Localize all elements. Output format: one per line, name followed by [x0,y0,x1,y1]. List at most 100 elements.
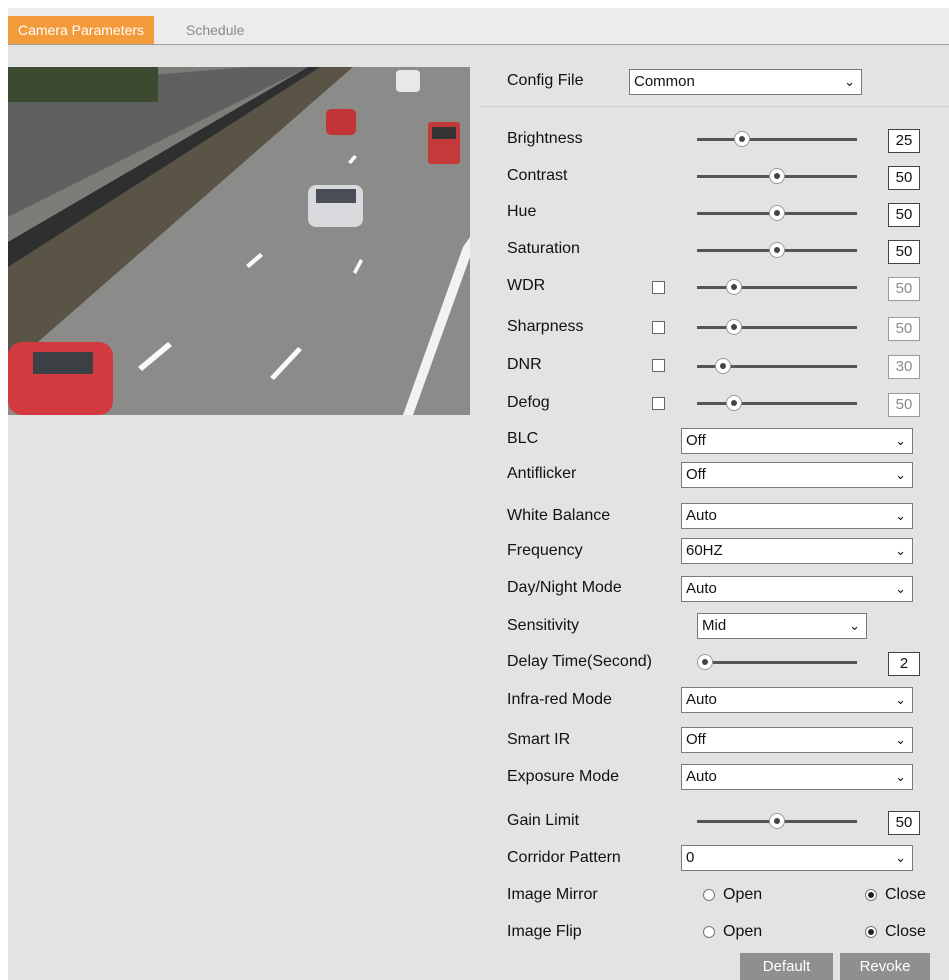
wdr-label: WDR [507,277,546,294]
slider-handle[interactable] [714,358,731,374]
slider-track [697,138,857,141]
blc-select[interactable]: Off ⌄ [681,428,913,454]
brightness-value-field[interactable]: 25 [888,129,920,153]
slider-handle[interactable] [725,279,742,295]
sharpness-value-field[interactable]: 50 [888,317,920,341]
defog-value-field[interactable]: 50 [888,393,920,417]
chevron-down-icon: ⌄ [895,581,906,596]
slider-handle[interactable] [733,131,750,147]
corridor-pattern-select[interactable]: 0 ⌄ [681,845,913,871]
config-file-label: Config File [507,72,584,89]
slider-track [697,326,857,329]
sensitivity-label: Sensitivity [507,617,580,634]
sharpness-checkbox[interactable] [652,321,665,334]
chevron-down-icon: ⌄ [895,543,906,558]
image-flip-close-label: Close [885,923,926,940]
live-video-preview [8,67,470,415]
smart-ir-label: Smart IR [507,731,571,748]
saturation-slider[interactable] [697,241,857,259]
saturation-label: Saturation [507,240,580,257]
section-divider [478,106,949,107]
contrast-value-field[interactable]: 50 [888,166,920,190]
image-mirror-close-label: Close [885,886,926,903]
chevron-down-icon: ⌄ [895,732,906,747]
day-night-mode-select[interactable]: Auto ⌄ [681,576,913,602]
dnr-slider[interactable] [697,357,857,375]
delay-time-label: Delay Time(Second) [507,653,652,670]
chevron-down-icon: ⌄ [895,769,906,784]
slider-handle[interactable] [769,242,785,258]
sharpness-slider[interactable] [697,318,857,336]
exposure-mode-value: Auto [686,768,717,785]
gain-limit-slider[interactable] [697,812,857,830]
frequency-select[interactable]: 60HZ ⌄ [681,538,913,564]
tab-bar: Camera Parameters Schedule [8,8,949,45]
sensitivity-value: Mid [702,617,727,634]
image-flip-close-radio[interactable] [865,926,877,938]
video-frame-image [8,67,470,415]
chevron-down-icon: ⌄ [895,433,906,448]
wdr-checkbox[interactable] [652,281,665,294]
slider-track [697,402,857,405]
exposure-mode-select[interactable]: Auto ⌄ [681,764,913,790]
image-mirror-label: Image Mirror [507,886,598,903]
config-file-value: Common [634,73,695,90]
antiflicker-label: Antiflicker [507,465,577,482]
hue-label: Hue [507,203,537,220]
defog-slider[interactable] [697,394,857,412]
image-flip-open-label: Open [723,923,763,940]
slider-handle[interactable] [769,205,785,221]
dnr-checkbox[interactable] [652,359,665,372]
default-button[interactable]: Default [740,953,833,980]
brightness-slider[interactable] [697,130,857,148]
slider-handle[interactable] [725,319,742,335]
infrared-mode-value: Auto [686,691,717,708]
delay-time-value-field[interactable]: 2 [888,652,920,676]
gain-limit-label: Gain Limit [507,812,580,829]
infrared-mode-label: Infra-red Mode [507,691,612,708]
white-balance-label: White Balance [507,507,611,524]
chevron-down-icon: ⌄ [895,850,906,865]
dnr-value-field[interactable]: 30 [888,355,920,379]
contrast-slider[interactable] [697,167,857,185]
brightness-label: Brightness [507,130,583,147]
antiflicker-select[interactable]: Off ⌄ [681,462,913,488]
revoke-button[interactable]: Revoke [840,953,930,980]
day-night-mode-label: Day/Night Mode [507,579,622,596]
gain-limit-value-field[interactable]: 50 [888,811,920,835]
saturation-value-field[interactable]: 50 [888,240,920,264]
chevron-down-icon: ⌄ [844,74,855,89]
chevron-down-icon: ⌄ [849,618,860,633]
sharpness-label: Sharpness [507,318,584,335]
corridor-pattern-value: 0 [686,849,695,866]
image-flip-open-radio[interactable] [703,926,715,938]
frequency-value: 60HZ [686,542,723,559]
image-flip-label: Image Flip [507,923,582,940]
slider-track [697,661,857,664]
white-balance-select[interactable]: Auto ⌄ [681,503,913,529]
wdr-slider[interactable] [697,278,857,296]
delay-time-slider[interactable] [697,653,857,671]
chevron-down-icon: ⌄ [895,508,906,523]
infrared-mode-select[interactable]: Auto ⌄ [681,687,913,713]
blc-label: BLC [507,430,539,447]
smart-ir-select[interactable]: Off ⌄ [681,727,913,753]
tab-schedule[interactable]: Schedule [176,16,255,44]
image-mirror-open-radio[interactable] [703,889,715,901]
slider-handle[interactable] [769,168,785,184]
hue-slider[interactable] [697,204,857,222]
tab-camera-parameters[interactable]: Camera Parameters [8,16,155,44]
exposure-mode-label: Exposure Mode [507,768,620,785]
slider-handle[interactable] [725,395,742,411]
wdr-value-field[interactable]: 50 [888,277,920,301]
sensitivity-select[interactable]: Mid ⌄ [697,613,867,639]
hue-value-field[interactable]: 50 [888,203,920,227]
image-mirror-close-radio[interactable] [865,889,877,901]
slider-handle[interactable] [697,654,713,670]
chevron-down-icon: ⌄ [895,467,906,482]
defog-checkbox[interactable] [652,397,665,410]
slider-handle[interactable] [769,813,785,829]
corridor-pattern-label: Corridor Pattern [507,849,621,866]
chevron-down-icon: ⌄ [895,692,906,707]
config-file-select[interactable]: Common ⌄ [629,69,862,95]
